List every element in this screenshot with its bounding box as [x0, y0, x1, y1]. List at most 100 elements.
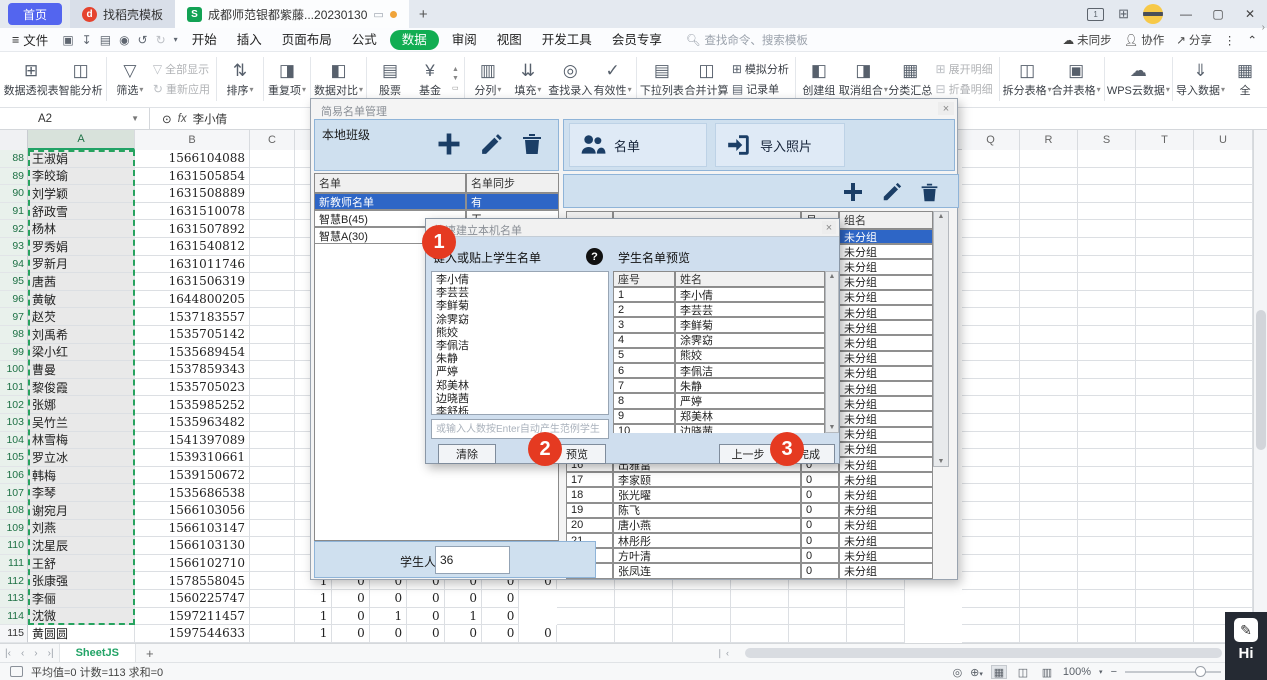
cell-right[interactable]	[962, 361, 1020, 379]
cell-right[interactable]	[1020, 379, 1078, 397]
cell-right[interactable]	[1194, 344, 1253, 362]
cell-right[interactable]	[1194, 220, 1253, 238]
cell-C110[interactable]	[250, 537, 295, 555]
roster-row-covered[interactable]: 未分组	[839, 427, 933, 442]
row-header-107[interactable]: 107	[0, 484, 28, 502]
cell-right[interactable]	[962, 308, 1020, 326]
roster-row[interactable]: 0	[801, 548, 839, 563]
cell-B110[interactable]: 1566103130	[135, 537, 250, 555]
cell-right[interactable]	[1078, 432, 1136, 450]
back-button[interactable]: 上一步	[719, 444, 777, 464]
cell-B109[interactable]: 1566103147	[135, 520, 250, 538]
command-search[interactable]: 🔍︎ 查找命令、搜索模板	[686, 32, 808, 48]
preview-row[interactable]: 李小倩	[675, 287, 825, 302]
cell-A90[interactable]: 刘学颖	[28, 185, 135, 203]
cell-D-sliver[interactable]	[295, 326, 310, 344]
ribbon-填充[interactable]: ⇊填充▾	[508, 59, 548, 99]
cell-right[interactable]	[1020, 361, 1078, 379]
scroll-up-icon[interactable]: ▲	[829, 273, 836, 280]
roster-row[interactable]: 未分组	[839, 533, 933, 548]
cell-right[interactable]	[1194, 326, 1253, 344]
app-grid-icon[interactable]: ⊞	[1118, 6, 1129, 22]
cell-tail-empty[interactable]	[615, 608, 673, 626]
cell-right[interactable]	[1136, 256, 1194, 274]
cell-tail[interactable]: 0	[519, 625, 556, 643]
cell-right[interactable]	[1194, 572, 1253, 590]
ribbon-全[interactable]: ▦全	[1225, 59, 1265, 99]
roster-row[interactable]: 17	[566, 472, 613, 487]
cell-C95[interactable]	[250, 273, 295, 291]
ribbon-合并表格[interactable]: ▣合并表格▾	[1052, 59, 1101, 99]
scroll-down-icon[interactable]: ▼	[829, 424, 836, 431]
cell-right[interactable]	[1020, 484, 1078, 502]
cell-C94[interactable]	[250, 256, 295, 274]
col-header-B[interactable]: B	[135, 130, 250, 150]
cell-D-sliver[interactable]	[295, 238, 310, 256]
cell-right[interactable]	[1020, 220, 1078, 238]
cell-right[interactable]	[1136, 467, 1194, 485]
cell-right[interactable]	[1078, 238, 1136, 256]
ribbon-基金[interactable]: ¥基金	[410, 59, 450, 99]
cell-right[interactable]	[1136, 361, 1194, 379]
menu-页面布局[interactable]: 页面布局	[272, 28, 342, 52]
cell-right[interactable]	[962, 502, 1020, 520]
preview-row[interactable]: 10	[613, 424, 675, 433]
cell-right[interactable]	[1194, 432, 1253, 450]
ribbon-全部显示[interactable]: ▽全部显示	[153, 61, 210, 77]
preview-row[interactable]: 涂霁窈	[675, 333, 825, 348]
roster-row[interactable]: 李家颐	[613, 472, 801, 487]
cell-tail[interactable]: 1	[295, 625, 332, 643]
cell-right[interactable]	[1020, 150, 1078, 168]
cell-B112[interactable]: 1578558045	[135, 572, 250, 590]
row-header-115[interactable]: 115	[0, 625, 28, 643]
cell-right[interactable]	[1136, 484, 1194, 502]
cell-B90[interactable]: 1631508889	[135, 185, 250, 203]
cell-A113[interactable]: 李俪	[28, 590, 135, 608]
roster-row[interactable]: 未分组	[839, 472, 933, 487]
cell-right[interactable]	[1194, 396, 1253, 414]
cell-right[interactable]	[1020, 396, 1078, 414]
cell-right[interactable]	[1136, 168, 1194, 186]
cell-B97[interactable]: 1537183557	[135, 308, 250, 326]
cell-A96[interactable]: 黄敏	[28, 291, 135, 309]
cell-right[interactable]	[962, 238, 1020, 256]
cell-right[interactable]	[1020, 308, 1078, 326]
cell-A99[interactable]: 梁小红	[28, 344, 135, 362]
cell-right[interactable]	[1194, 150, 1253, 168]
cell-D-sliver[interactable]	[295, 520, 310, 538]
vertical-scroll-thumb[interactable]	[1256, 310, 1266, 450]
cell-B104[interactable]: 1541397089	[135, 432, 250, 450]
cell-tail-empty[interactable]	[673, 590, 731, 608]
cell-right[interactable]	[1078, 537, 1136, 555]
print-preview-icon[interactable]: ◉	[115, 33, 133, 47]
cell-right[interactable]	[1020, 414, 1078, 432]
cell-A110[interactable]: 沈星辰	[28, 537, 135, 555]
cell-right[interactable]	[1078, 361, 1136, 379]
zoom-dropdown-icon[interactable]: ▾	[1099, 668, 1103, 676]
row-header-96[interactable]: 96	[0, 291, 28, 309]
cell-tail-empty[interactable]	[789, 590, 847, 608]
roster-row[interactable]: 唐小燕	[613, 518, 801, 533]
zoom-slider-thumb[interactable]	[1195, 666, 1206, 677]
collapse-ribbon-icon[interactable]: ⌃	[1247, 33, 1257, 47]
row-header-110[interactable]: 110	[0, 537, 28, 555]
cell-right[interactable]	[1136, 344, 1194, 362]
cell-tail[interactable]: 0	[407, 625, 444, 643]
selection-mode-icon[interactable]	[10, 666, 23, 677]
cell-B95[interactable]: 1631506319	[135, 273, 250, 291]
cell-tail[interactable]: 1	[445, 608, 482, 626]
cell-right[interactable]	[1136, 608, 1194, 626]
cell-right[interactable]	[1194, 361, 1253, 379]
cell-tail-empty[interactable]	[847, 608, 905, 626]
cell-right[interactable]	[962, 396, 1020, 414]
first-sheet-icon[interactable]: |‹	[5, 648, 11, 659]
row-header-99[interactable]: 99	[0, 344, 28, 362]
cell-D-sliver[interactable]	[295, 484, 310, 502]
cell-right[interactable]	[1078, 185, 1136, 203]
roster-row[interactable]: 未分组	[839, 518, 933, 533]
cell-right[interactable]	[1194, 414, 1253, 432]
cell-B96[interactable]: 1644800205	[135, 291, 250, 309]
row-header-98[interactable]: 98	[0, 326, 28, 344]
cell-right[interactable]	[1078, 256, 1136, 274]
cell-B101[interactable]: 1535705023	[135, 379, 250, 397]
